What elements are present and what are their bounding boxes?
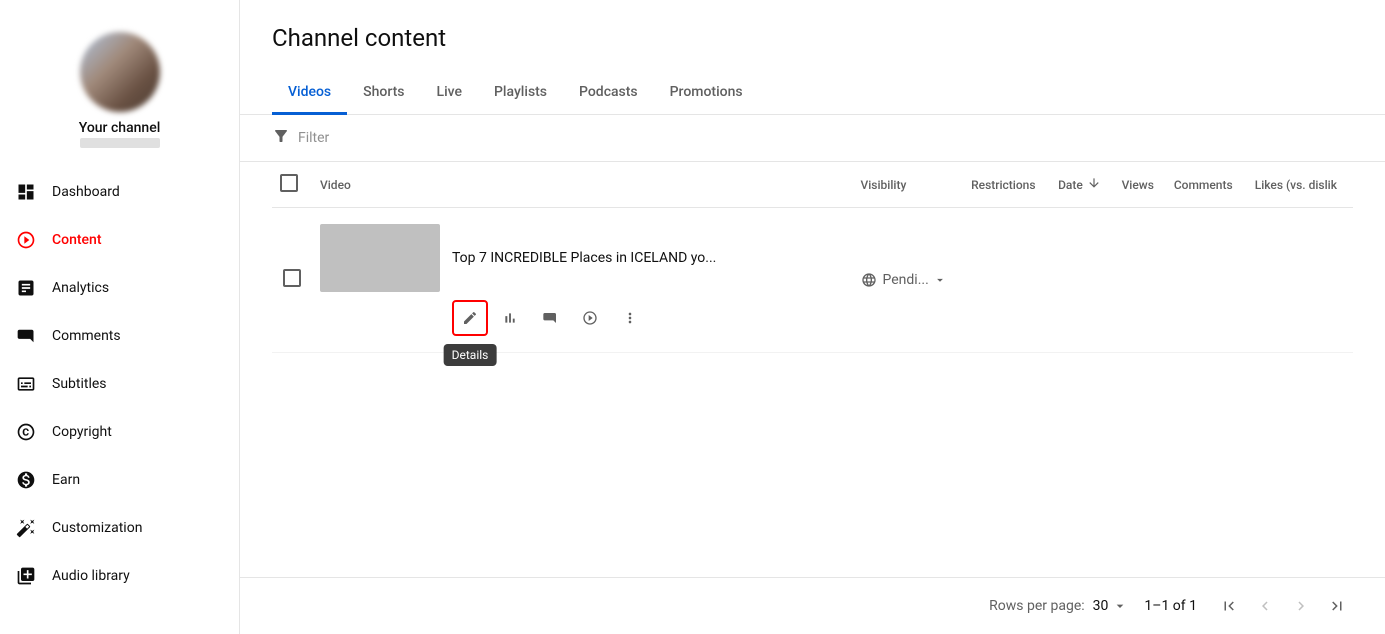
sidebar-item-comments-label: Comments — [52, 328, 121, 344]
video-more-button[interactable] — [612, 300, 648, 336]
audio-library-icon — [16, 566, 36, 586]
prev-page-button[interactable] — [1249, 590, 1281, 622]
rows-per-page-select[interactable]: 30 — [1093, 598, 1129, 614]
customization-icon — [16, 518, 36, 538]
video-cell: Top 7 INCREDIBLE Places in ICELAND yo...… — [312, 208, 853, 353]
comments-icon — [16, 326, 36, 346]
select-all-header — [272, 162, 312, 208]
column-header-likes: Likes (vs. dislik — [1247, 162, 1353, 208]
tab-live[interactable]: Live — [421, 72, 478, 115]
column-header-views: Views — [1114, 162, 1166, 208]
video-title: Top 7 INCREDIBLE Places in ICELAND yo... — [452, 250, 716, 266]
video-comments-button[interactable] — [532, 300, 568, 336]
table-container: Video Visibility Restrictions Date Views… — [240, 162, 1385, 577]
tab-promotions[interactable]: Promotions — [654, 72, 759, 115]
tabs-bar: Videos Shorts Live Playlists Podcasts Pr… — [240, 72, 1385, 115]
column-header-visibility: Visibility — [853, 162, 964, 208]
sidebar-item-content[interactable]: Content — [0, 216, 239, 264]
sidebar-item-audio-library-label: Audio library — [52, 568, 130, 584]
sidebar-item-copyright-label: Copyright — [52, 424, 112, 440]
likes-cell — [1247, 208, 1353, 353]
video-analytics-button[interactable] — [492, 300, 528, 336]
sidebar-item-analytics-label: Analytics — [52, 280, 109, 296]
first-page-button[interactable] — [1213, 590, 1245, 622]
restrictions-cell — [963, 208, 1050, 353]
sidebar-item-customization-label: Customization — [52, 520, 142, 536]
page-info: 1–1 of 1 — [1144, 598, 1197, 614]
content-icon — [16, 230, 36, 250]
content-table: Video Visibility Restrictions Date Views… — [272, 162, 1353, 353]
video-row-content: Top 7 INCREDIBLE Places in ICELAND yo... — [320, 216, 845, 296]
sidebar-item-subtitles[interactable]: Subtitles — [0, 360, 239, 408]
video-watch-button[interactable] — [572, 300, 608, 336]
channel-name: Your channel — [79, 120, 161, 136]
details-action-wrapper: Details — [452, 300, 488, 336]
sidebar-item-analytics[interactable]: Analytics — [0, 264, 239, 312]
visibility-dropdown[interactable]: Pendi... — [883, 272, 947, 288]
select-all-checkbox[interactable] — [280, 174, 298, 192]
analytics-icon — [16, 278, 36, 298]
date-sort-icon — [1087, 176, 1101, 193]
video-thumbnail — [320, 224, 440, 292]
tab-playlists[interactable]: Playlists — [478, 72, 563, 115]
sidebar-item-copyright[interactable]: Copyright — [0, 408, 239, 456]
page-navigation — [1213, 590, 1353, 622]
row-select-checkbox[interactable] — [283, 269, 301, 287]
page-header: Channel content — [240, 0, 1385, 72]
row-checkbox-cell — [272, 208, 312, 353]
comments-count-cell — [1166, 208, 1247, 353]
sidebar-item-comments[interactable]: Comments — [0, 312, 239, 360]
rows-per-page-value: 30 — [1093, 598, 1109, 614]
last-page-button[interactable] — [1321, 590, 1353, 622]
rows-per-page-label: Rows per page: — [989, 598, 1084, 614]
main-content: Channel content Videos Shorts Live Playl… — [240, 0, 1385, 634]
sidebar-item-dashboard-label: Dashboard — [52, 184, 120, 200]
views-cell — [1114, 208, 1166, 353]
column-header-video: Video — [312, 162, 853, 208]
channel-info: Your channel — [0, 16, 239, 168]
dashboard-icon — [16, 182, 36, 202]
tab-podcasts[interactable]: Podcasts — [563, 72, 654, 115]
tab-shorts[interactable]: Shorts — [347, 72, 420, 115]
sidebar-item-earn-label: Earn — [52, 472, 80, 488]
visibility-value: Pendi... — [883, 272, 929, 288]
rows-per-page: Rows per page: 30 — [989, 598, 1128, 614]
details-tooltip: Details — [444, 344, 497, 366]
video-actions: Details — [452, 296, 845, 344]
filter-icon — [272, 127, 290, 149]
earn-icon — [16, 470, 36, 490]
sidebar-item-content-label: Content — [52, 232, 102, 248]
tab-videos[interactable]: Videos — [272, 72, 347, 115]
details-button[interactable] — [452, 300, 488, 336]
avatar — [80, 32, 160, 112]
column-header-comments: Comments — [1166, 162, 1247, 208]
page-title: Channel content — [272, 24, 1353, 52]
sidebar-item-customization[interactable]: Customization — [0, 504, 239, 552]
date-cell — [1050, 208, 1114, 353]
subtitles-icon — [16, 374, 36, 394]
sidebar-item-dashboard[interactable]: Dashboard — [0, 168, 239, 216]
column-header-date[interactable]: Date — [1050, 162, 1114, 208]
next-page-button[interactable] — [1285, 590, 1317, 622]
sidebar-item-subtitles-label: Subtitles — [52, 376, 107, 392]
sidebar-item-audio-library[interactable]: Audio library — [0, 552, 239, 600]
sidebar-item-earn[interactable]: Earn — [0, 456, 239, 504]
sidebar: Your channel Dashboard Content Analytics… — [0, 0, 240, 634]
channel-handle — [80, 138, 160, 148]
visibility-cell: Pendi... — [853, 208, 964, 353]
table-header-row: Video Visibility Restrictions Date Views… — [272, 162, 1353, 208]
copyright-icon — [16, 422, 36, 442]
filter-placeholder[interactable]: Filter — [298, 130, 329, 146]
filter-bar: Filter — [240, 115, 1385, 162]
table-row: Top 7 INCREDIBLE Places in ICELAND yo...… — [272, 208, 1353, 353]
pagination: Rows per page: 30 1–1 of 1 — [240, 577, 1385, 634]
column-header-restrictions: Restrictions — [963, 162, 1050, 208]
